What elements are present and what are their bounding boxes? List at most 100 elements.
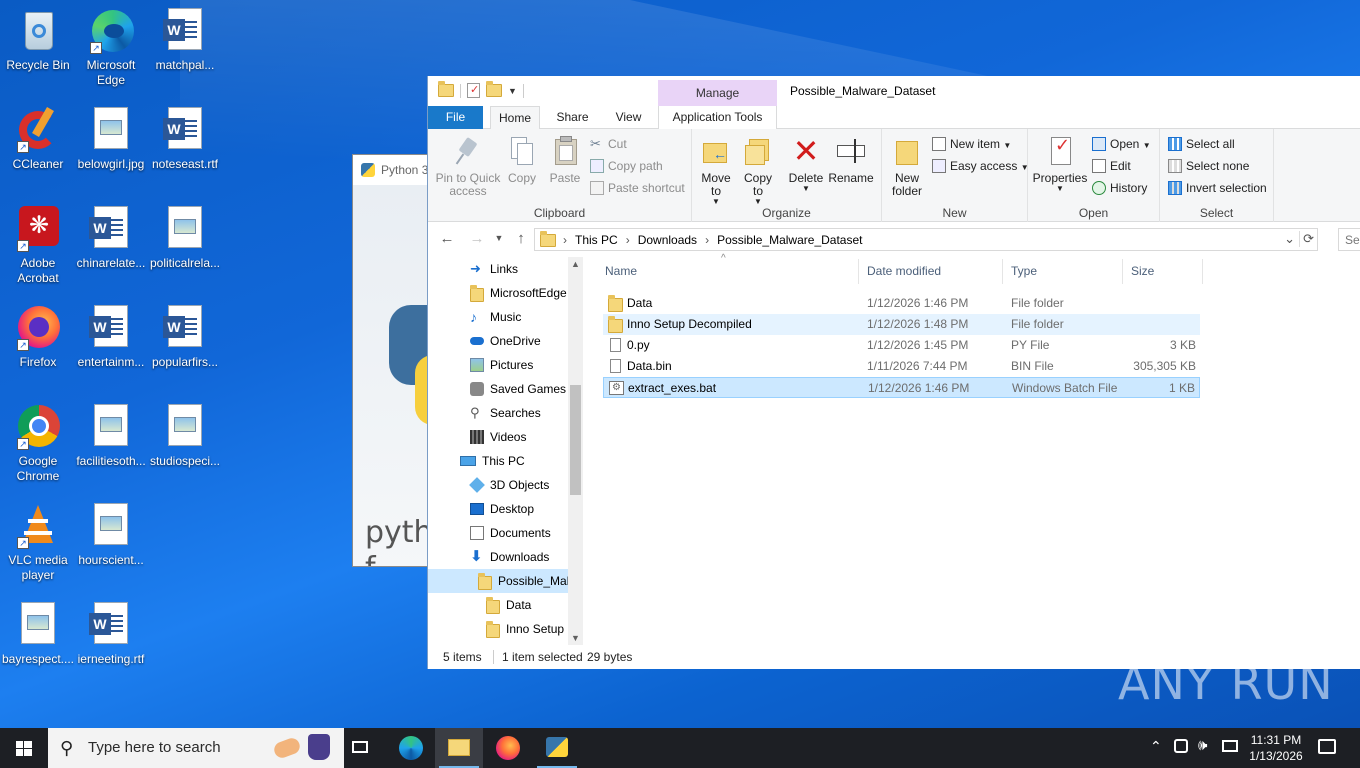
taskbar-python-installer[interactable]: [533, 728, 581, 768]
desktop-icon-popularfirs[interactable]: W popularfirs...: [147, 305, 223, 370]
nav-item-searches[interactable]: ⚲ Searches: [428, 401, 568, 425]
desktop-icon-noteseast[interactable]: W noteseast.rtf: [147, 107, 223, 172]
nav-item-inno-setup-decompiled[interactable]: Inno Setup D: [428, 617, 568, 641]
select-none-button[interactable]: Select none: [1168, 157, 1249, 175]
desktop-icon-bayrespect[interactable]: bayrespect....: [0, 602, 76, 667]
file-row-extract-exes-bat[interactable]: ⚙ extract_exes.bat 1/12/2026 1:46 PM Win…: [603, 377, 1200, 398]
edit-button[interactable]: Edit: [1092, 157, 1131, 175]
nav-item-documents[interactable]: Documents: [428, 521, 568, 545]
copy-to-button[interactable]: Copy to ▼: [738, 135, 778, 206]
tab-home[interactable]: Home: [490, 106, 540, 130]
nav-item-saved-games[interactable]: Saved Games: [428, 377, 568, 401]
nav-item-music[interactable]: ♪ Music: [428, 305, 568, 329]
nav-item-onedrive[interactable]: OneDrive: [428, 329, 568, 353]
file-row-data-bin[interactable]: Data.bin 1/11/2026 7:44 PM BIN File 305,…: [603, 356, 1200, 377]
invert-selection-button[interactable]: Invert selection: [1168, 179, 1267, 197]
desktop-icon-belowgirl[interactable]: belowgirl.jpg: [73, 107, 149, 172]
pin-to-quick-access-button[interactable]: Pin to Quick access: [434, 135, 502, 198]
desktop-icon-matchpal[interactable]: W matchpal...: [147, 8, 223, 73]
file-row-0-py[interactable]: 0.py 1/12/2026 1:45 PM PY File 3 KB: [603, 335, 1200, 356]
open-button[interactable]: Open ▼: [1092, 135, 1151, 153]
breadcrumb-downloads[interactable]: Downloads: [638, 233, 697, 247]
nav-item-this-pc[interactable]: This PC: [428, 449, 568, 473]
desktop-icon-edge[interactable]: ↗ Microsoft Edge: [73, 8, 149, 88]
tab-view[interactable]: View: [606, 106, 651, 129]
nav-item-possible-malware-dataset[interactable]: Possible_Malw: [428, 569, 568, 593]
scroll-up-arrow-icon[interactable]: ▲: [568, 259, 583, 269]
search-input[interactable]: Sea: [1338, 228, 1360, 251]
desktop-icon-ccleaner[interactable]: ↗ CCleaner: [0, 107, 76, 172]
desktop-icon-chinarelate[interactable]: W chinarelate...: [73, 206, 149, 271]
desktop-icon-acrobat[interactable]: ❋ ↗ Adobe Acrobat: [0, 206, 76, 286]
nav-item-3d-objects[interactable]: 3D Objects: [428, 473, 568, 497]
desktop-icon-chrome[interactable]: ↗ Google Chrome: [0, 404, 76, 484]
desktop-icon-entertainm[interactable]: W entertainm...: [73, 305, 149, 370]
nav-item-microsoftedge[interactable]: MicrosoftEdge: [428, 281, 568, 305]
breadcrumb-this-pc[interactable]: This PC: [575, 233, 618, 247]
desktop-icon-studiospeci[interactable]: studiospeci...: [147, 404, 223, 469]
properties-check-icon[interactable]: ✓: [467, 83, 480, 98]
taskbar-file-explorer[interactable]: [435, 728, 483, 768]
column-header-type[interactable]: Type: [1003, 259, 1123, 284]
customize-toolbar-icon[interactable]: ▼: [508, 86, 517, 96]
python-window-titlebar[interactable]: Python 3: [353, 155, 431, 185]
taskbar-search-box[interactable]: ⚲ Type here to search: [48, 728, 344, 768]
desktop-icon-firefox[interactable]: ↗ Firefox: [0, 305, 76, 370]
nav-item-desktop[interactable]: Desktop: [428, 497, 568, 521]
desktop-icon-facilitiesoth[interactable]: facilitiesoth...: [73, 404, 149, 469]
easy-access-button[interactable]: Easy access ▼: [932, 157, 1029, 175]
desktop-icon-vlc[interactable]: ↗ VLC media player: [0, 503, 76, 583]
file-explorer-window[interactable]: ✓ ▼ Manage Possible_Malware_Dataset File…: [427, 76, 1360, 669]
properties-button[interactable]: ✓ Properties ▼: [1032, 135, 1088, 193]
desktop-icon-politicalrela[interactable]: politicalrela...: [147, 206, 223, 271]
select-all-button[interactable]: Select all: [1168, 135, 1235, 153]
copy-path-button[interactable]: Copy path: [590, 157, 663, 175]
network-icon[interactable]: [1174, 739, 1188, 753]
taskbar-edge[interactable]: [387, 728, 435, 768]
file-row-inno-setup-decompiled[interactable]: Inno Setup Decompiled 1/12/2026 1:48 PM …: [603, 314, 1200, 335]
navigation-pane-scrollbar[interactable]: ▲ ▼: [568, 257, 583, 645]
scroll-down-arrow-icon[interactable]: ▼: [568, 633, 583, 643]
start-button[interactable]: [0, 728, 48, 768]
recent-locations-button[interactable]: ▼: [490, 233, 508, 243]
delete-button[interactable]: ✕ Delete ▼: [786, 135, 826, 193]
desktop-icon-ierneeting[interactable]: W ierneeting.rtf: [73, 602, 149, 667]
rename-button[interactable]: Rename: [828, 135, 874, 185]
nav-item-pictures[interactable]: Pictures: [428, 353, 568, 377]
scrollbar-thumb[interactable]: [570, 385, 581, 495]
nav-item-links[interactable]: ➜ Links: [428, 257, 568, 281]
taskbar-firefox[interactable]: [484, 728, 532, 768]
paste-shortcut-button[interactable]: Paste shortcut: [590, 179, 685, 197]
nav-item-data[interactable]: Data: [428, 593, 568, 617]
new-folder-button[interactable]: New folder: [886, 135, 928, 198]
file-row-data[interactable]: Data 1/12/2026 1:46 PM File folder: [603, 293, 1200, 314]
taskbar-clock[interactable]: 11:31 PM 1/13/2026: [1238, 732, 1314, 764]
input-indicator-icon[interactable]: [1222, 740, 1238, 752]
manage-context-tab[interactable]: Manage: [658, 80, 777, 106]
column-header-size[interactable]: Size: [1123, 259, 1203, 284]
copy-button[interactable]: Copy: [504, 135, 540, 185]
cut-button[interactable]: ✂ Cut: [590, 135, 627, 153]
task-view-button[interactable]: [336, 728, 384, 768]
back-button[interactable]: ←: [438, 230, 456, 247]
nav-item-downloads[interactable]: ⬇ Downloads: [428, 545, 568, 569]
tab-share[interactable]: Share: [550, 106, 595, 129]
paste-button[interactable]: Paste: [546, 135, 584, 185]
new-folder-icon[interactable]: [486, 81, 502, 97]
tab-application-tools[interactable]: Application Tools: [658, 106, 777, 129]
python-installer-window[interactable]: Python 3 pytho f windo: [352, 154, 432, 567]
history-button[interactable]: History: [1092, 179, 1147, 197]
breadcrumb-current-folder[interactable]: Possible_Malware_Dataset: [717, 233, 862, 247]
explorer-titlebar[interactable]: ✓ ▼ Manage Possible_Malware_Dataset: [428, 76, 1360, 106]
notification-center-icon[interactable]: [1318, 739, 1336, 754]
desktop-icon-recycle-bin[interactable]: Recycle Bin: [0, 8, 76, 73]
tab-file[interactable]: File: [428, 106, 483, 129]
column-header-name[interactable]: Name: [597, 259, 859, 284]
address-bar[interactable]: › This PC › Downloads › Possible_Malware…: [534, 228, 1318, 251]
address-dropdown-icon[interactable]: ⌄: [1284, 231, 1295, 247]
desktop-icon-hourscient[interactable]: hourscient...: [73, 503, 149, 568]
forward-button[interactable]: →: [468, 230, 486, 247]
volume-icon[interactable]: 🕪: [1198, 737, 1207, 754]
column-header-date-modified[interactable]: Date modified: [859, 259, 1003, 284]
refresh-icon[interactable]: ⟳: [1299, 231, 1314, 247]
